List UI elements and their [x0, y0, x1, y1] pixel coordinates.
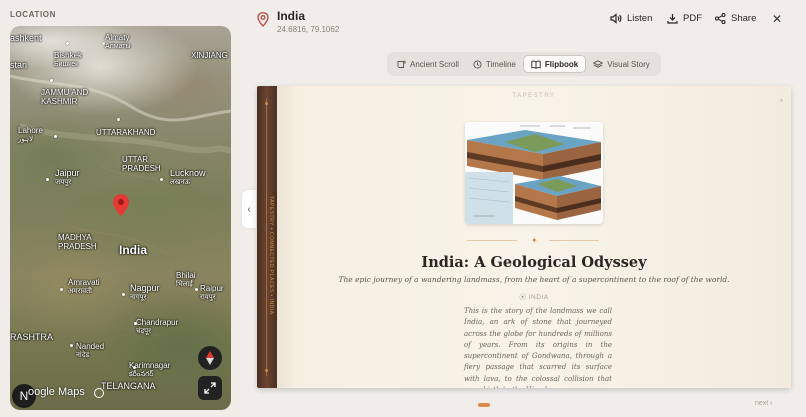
pdf-label: PDF — [683, 13, 702, 24]
map-city-dot — [50, 79, 53, 82]
place-coordinates: 24.6816, 79.1062 — [277, 25, 340, 34]
close-button[interactable]: ✕ — [772, 12, 782, 26]
map-city-dot — [117, 118, 120, 121]
map-terrain — [10, 74, 231, 337]
place-title: India — [277, 9, 306, 23]
map-label-jaipur: Jaipur जयपुर — [55, 168, 80, 187]
map-info-icon[interactable] — [94, 388, 104, 398]
map-label-amravati: Amravati अमरावती — [68, 278, 100, 295]
tapestry-label: TAPESTRY — [512, 93, 556, 99]
listen-label: Listen — [627, 13, 653, 24]
map-location-pin-icon[interactable] — [113, 194, 129, 216]
expand-icon[interactable] — [198, 376, 222, 400]
share-icon — [715, 13, 726, 24]
map-label-stan: stan — [10, 60, 28, 70]
map-city-dot — [46, 178, 49, 181]
book-spine: TAPESTRY • CONNECTED PLACES • INDIA — [257, 86, 277, 388]
map-label-chandrapur: Chandrapur चंद्रपूर — [136, 318, 179, 335]
map-city-dot — [160, 178, 163, 181]
map-city-dot — [60, 288, 63, 291]
book-page[interactable]: TAPESTRY ♦ ✦ India: A Geological Odyssey… — [277, 86, 791, 388]
layers-icon — [593, 59, 604, 68]
compass-icon[interactable] — [198, 346, 222, 370]
map-label-tashkent: ashkent — [10, 33, 42, 43]
flipbook: TAPESTRY • CONNECTED PLACES • INDIA TAPE… — [257, 86, 791, 388]
map-label-maharashtra: RASHTRA — [10, 332, 54, 342]
tab-timeline[interactable]: Timeline — [466, 55, 523, 73]
map-label-nagpur: Nagpur नागपूर — [130, 283, 160, 302]
download-icon — [667, 14, 678, 24]
map-city-dot — [133, 366, 136, 369]
map-label-jammu-kashmir: JAMMU AND KASHMIR — [41, 88, 89, 106]
spine-dot — [265, 102, 268, 105]
map-label-almaty: Almaty Алматы — [105, 33, 131, 50]
spine-text: TAPESTRY • CONNECTED PLACES • INDIA — [268, 196, 274, 315]
map-label-nanded: Nanded नांदेड — [76, 342, 105, 359]
book-body-text: This is the story of the landmass we cal… — [464, 307, 612, 388]
map-label-india: India — [119, 243, 148, 257]
divider-line-right — [549, 240, 599, 241]
next-page-button[interactable]: next › — [755, 400, 773, 407]
map-city-dot — [195, 288, 198, 291]
map-city-dot — [102, 42, 105, 45]
map-label-raipur: Raipur रायपुर — [200, 284, 224, 301]
divider-line-left — [467, 240, 517, 241]
map-city-dot — [122, 293, 125, 296]
tab-visual-story[interactable]: Visual Story — [586, 55, 657, 73]
map-label-bhilai: Bhilai भिलाई — [176, 271, 196, 288]
location-label: LOCATION — [10, 10, 56, 19]
map-label-madhya-pradesh: MADHYA PRADESH — [58, 233, 97, 251]
place-header: India 24.6816, 79.1062 Listen PDF Share … — [242, 0, 806, 42]
map-label-telangana: TELANGANA — [101, 381, 156, 391]
map-city-dot — [134, 322, 137, 325]
tag-pin-icon: ⦿ — [519, 294, 529, 301]
map-view[interactable]: ashkent Almaty Алматы Bishkek Бишкек XINJI… — [10, 26, 231, 410]
place-tag: ⦿ INDIA — [519, 294, 549, 301]
map-label-lahore: Lahore لاہور — [18, 126, 43, 143]
share-label: Share — [731, 13, 757, 24]
tab-ancient-scroll[interactable]: Ancient Scroll — [390, 55, 466, 73]
map-city-dot — [54, 135, 57, 138]
map-label-bishkek: Bishkek Бишкек — [54, 51, 83, 68]
location-panel: LOCATION ashkent Almaty Алматы Bishkek Биш… — [0, 0, 242, 417]
page-indicator[interactable] — [478, 403, 490, 407]
map-label-lucknow: Lucknow लखनऊ — [170, 168, 206, 187]
share-button[interactable]: Share — [715, 13, 756, 24]
google-maps-logo: oogle Maps — [28, 386, 85, 398]
listen-button[interactable]: Listen — [610, 13, 652, 24]
page-mark: ♦ — [779, 98, 783, 104]
divider-ornament: ✦ — [531, 236, 538, 245]
map-city-dot — [70, 344, 73, 347]
map-label-uttarakhand: UTTARAKHAND — [96, 128, 156, 137]
map-label-karimnagar: Karimnagar కరీంనగర్ — [129, 361, 171, 378]
speaker-icon — [610, 13, 622, 24]
book-subtitle: The epic journey of a wandering landmass… — [338, 275, 730, 284]
map-city-dot — [66, 42, 69, 45]
book-icon — [531, 60, 541, 69]
location-pin-icon — [257, 12, 269, 27]
pdf-button[interactable]: PDF — [667, 13, 702, 24]
map-label-xinjiang: XINJIANG — [191, 51, 228, 60]
map-label-uttar-pradesh: UTTAR PRADESH — [122, 155, 161, 173]
view-mode-tabs: Ancient Scroll Timeline Flipbook Visual … — [387, 52, 661, 76]
clock-icon — [473, 59, 482, 69]
geology-illustration — [465, 122, 603, 224]
tab-flipbook[interactable]: Flipbook — [522, 55, 587, 73]
book-title: India: A Geological Odyssey — [421, 254, 647, 271]
collapse-panel-button[interactable]: ‹ — [242, 190, 256, 228]
scroll-icon — [397, 60, 406, 68]
